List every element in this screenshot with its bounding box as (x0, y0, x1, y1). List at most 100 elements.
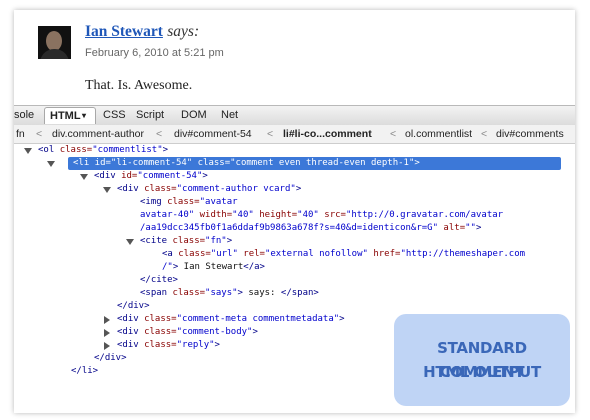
expand-toggle-icon[interactable] (80, 174, 88, 180)
text-node: Ian Stewart (178, 262, 244, 272)
tree-node-cite[interactable]: <cite class="fn"> (140, 235, 232, 248)
tag-close: > (214, 340, 220, 350)
comment-body-text: That. Is. Awesome. (85, 78, 193, 93)
tree-node-div-author[interactable]: <div class="comment-author vcard"> (117, 183, 301, 196)
tag-close: > (339, 314, 345, 324)
tag-open: <div (117, 340, 145, 350)
attr-value: /aa19dcc345fb0f1a6ddaf9b9863a678f?s=40&d… (140, 223, 439, 233)
tree-node-div-reply[interactable]: <div class="reply"> (117, 339, 220, 352)
says-label: says: (167, 23, 200, 40)
tag-end: </a> (243, 262, 265, 272)
attr-name: height= (253, 210, 298, 220)
breadcrumb-separator: < (36, 128, 43, 140)
tree-node-a-cont[interactable]: /"> Ian Stewart</a> (162, 261, 265, 274)
tag-end: </div> (94, 353, 127, 363)
tree-node-div-end[interactable]: </div> (117, 300, 150, 313)
tag-close: > (202, 171, 208, 181)
tag-open: <img (140, 197, 168, 207)
attr-value: "avatar (199, 197, 238, 207)
expand-toggle-icon[interactable] (104, 329, 110, 337)
attr-name: src= (318, 210, 346, 220)
tab-script[interactable]: Script (136, 109, 164, 121)
attr-name: class= (172, 288, 206, 298)
attr-name: class= (144, 314, 177, 324)
breadcrumb-separator: < (156, 128, 163, 140)
selected-node-text: <li id="li-comment-54" class="comment ev… (73, 158, 420, 168)
attr-value: "external nofollow" (264, 249, 368, 259)
attr-value: /" (162, 262, 173, 272)
tree-node-img-cont[interactable]: /aa19dcc345fb0f1a6ddaf9b9863a678f?s=40&d… (140, 222, 481, 235)
author-link[interactable]: Ian Stewart (85, 23, 163, 40)
tree-node-img[interactable]: <img class="avatar (140, 196, 238, 209)
attr-value: "says" (205, 288, 238, 298)
tag-end: </cite> (140, 275, 178, 285)
tab-html[interactable]: HTML ▾ (44, 107, 96, 124)
tree-node-img-cont[interactable]: avatar-40" width="40" height="40" src="h… (140, 209, 503, 222)
tab-net[interactable]: Net (221, 109, 238, 121)
attr-value: "comment-body" (176, 327, 253, 337)
tab-css[interactable]: CSS (103, 109, 126, 121)
expand-toggle-icon[interactable] (24, 148, 32, 154)
breadcrumb-item[interactable]: div#comments (496, 128, 564, 140)
tab-console[interactable]: sole (14, 109, 34, 121)
breadcrumb-item[interactable]: div#comment-54 (174, 128, 252, 140)
breadcrumb-separator: < (267, 128, 274, 140)
comment-preview: Ian Stewart says: February 6, 2010 at 5:… (14, 10, 575, 105)
tree-node-a[interactable]: <a class="url" rel="external nofollow" h… (162, 248, 525, 261)
tab-dom[interactable]: DOM (181, 109, 207, 121)
tag-open: <div (94, 171, 122, 181)
tag-open: <cite (140, 236, 173, 246)
tree-node-div-end[interactable]: </div> (94, 352, 127, 365)
comment-date[interactable]: February 6, 2010 at 5:21 pm (85, 47, 224, 59)
attr-value: "reply" (176, 340, 215, 350)
attr-name: class= (144, 327, 177, 337)
attr-value: "40" (297, 210, 319, 220)
attr-value: "" (465, 223, 476, 233)
comment-author-line: Ian Stewart says: (85, 23, 199, 41)
attr-value: "fn" (205, 236, 227, 246)
attr-value: "comment-meta commentmetadata" (176, 314, 340, 324)
tab-html-label: HTML (50, 110, 81, 122)
tree-node-li-end[interactable]: </li> (71, 365, 98, 378)
attr-value: "comment-54" (137, 171, 203, 181)
expand-toggle-icon[interactable] (126, 239, 134, 245)
expand-toggle-icon[interactable] (103, 187, 111, 193)
expand-toggle-icon[interactable] (104, 316, 110, 324)
attr-value: "url" (210, 249, 238, 259)
callout-label: STANDARD COMMENT HTML OUTPUT (394, 314, 570, 406)
attr-value: avatar-40" (140, 210, 195, 220)
attr-name: class= (144, 340, 177, 350)
attr-value: "40" (232, 210, 254, 220)
tree-node-li-selected[interactable]: <li id="li-comment-54" class="comment ev… (73, 157, 420, 170)
tree-node-cite-end[interactable]: </cite> (140, 274, 178, 287)
expand-toggle-icon[interactable] (47, 161, 55, 167)
tree-node-div-meta[interactable]: <div class="comment-meta commentmetadata… (117, 313, 345, 326)
tag-end: </div> (117, 301, 150, 311)
breadcrumb-item-current[interactable]: li#li-co...comment (283, 128, 372, 140)
chevron-down-icon: ▾ (82, 111, 87, 120)
attr-name: class= (172, 236, 206, 246)
breadcrumb-item[interactable]: fn (16, 128, 25, 140)
tree-node-div-body[interactable]: <div class="comment-body"> (117, 326, 258, 339)
tag-open: <div (117, 327, 145, 337)
tree-node-span[interactable]: <span class="says"> says: </span> (140, 287, 319, 300)
breadcrumb-separator: < (390, 128, 397, 140)
tag-end: </li> (71, 366, 99, 376)
tag-open: <div (117, 314, 145, 324)
expand-toggle-icon[interactable] (104, 342, 110, 350)
attr-name: href= (367, 249, 401, 259)
attr-name: class= (167, 197, 200, 207)
breadcrumb: fn < div.comment-author < div#comment-54… (14, 125, 575, 144)
screenshot-frame: Ian Stewart says: February 6, 2010 at 5:… (14, 10, 575, 413)
breadcrumb-item[interactable]: ol.commentlist (405, 128, 472, 140)
tree-node-div-comment[interactable]: <div id="comment-54"> (94, 170, 208, 183)
attr-name: class= (178, 249, 211, 259)
tag-close: > (162, 145, 169, 155)
attr-name: id= (121, 171, 138, 181)
breadcrumb-separator: < (481, 128, 488, 140)
breadcrumb-item[interactable]: div.comment-author (52, 128, 144, 140)
tag-close: > (475, 223, 482, 233)
tag-close: > (295, 184, 302, 194)
attr-value: "http://0.gravatar.com/avatar (345, 210, 504, 220)
tree-node-ol[interactable]: <ol class="commentlist"> (38, 144, 168, 157)
